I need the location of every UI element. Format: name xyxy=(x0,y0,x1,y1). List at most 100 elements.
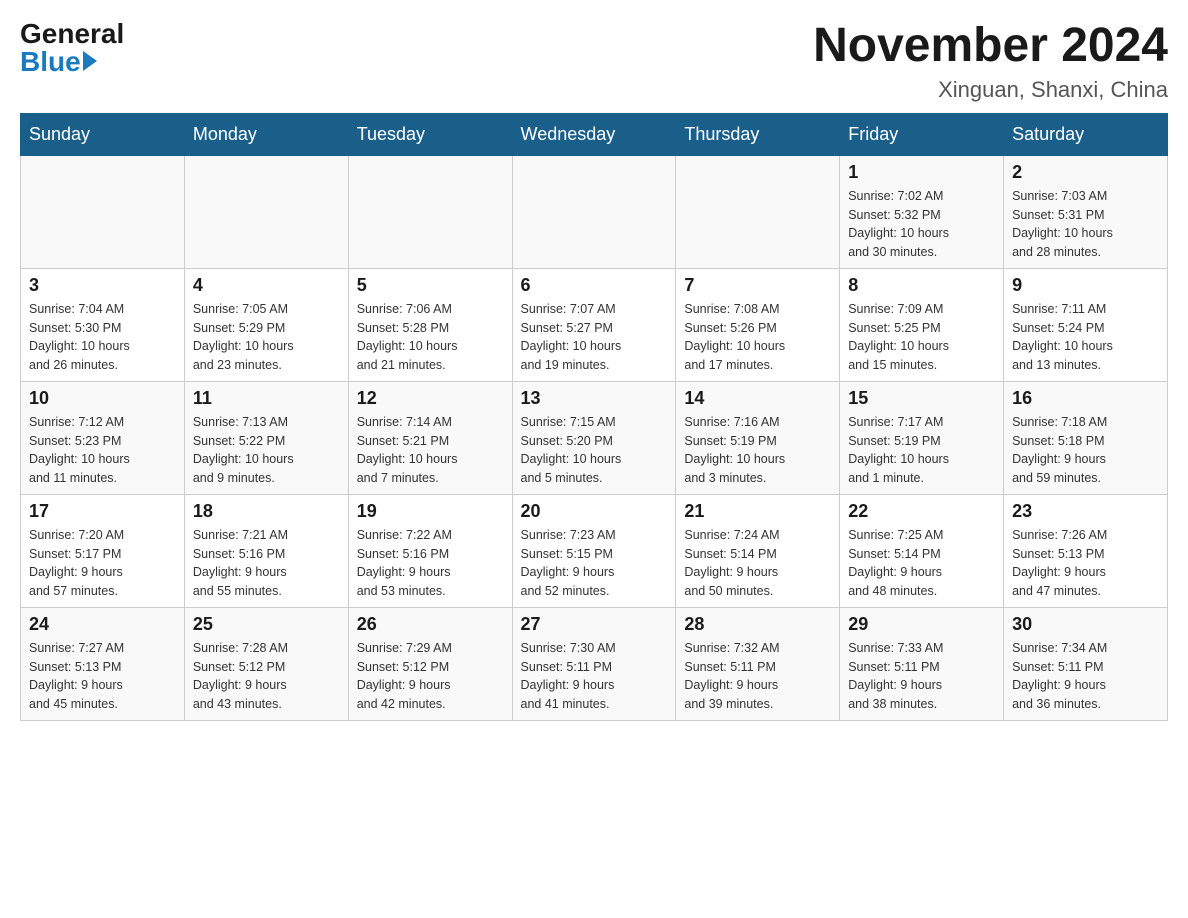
day-number: 10 xyxy=(29,388,176,409)
day-info: Sunrise: 7:30 AMSunset: 5:11 PMDaylight:… xyxy=(521,639,668,714)
day-info: Sunrise: 7:27 AMSunset: 5:13 PMDaylight:… xyxy=(29,639,176,714)
weekday-header-friday: Friday xyxy=(840,113,1004,155)
calendar-cell: 1 Sunrise: 7:02 AMSunset: 5:32 PMDaylight… xyxy=(840,155,1004,268)
day-info: Sunrise: 7:34 AMSunset: 5:11 PMDaylight:… xyxy=(1012,639,1159,714)
day-number: 22 xyxy=(848,501,995,522)
day-info: Sunrise: 7:08 AMSunset: 5:26 PMDaylight:… xyxy=(684,300,831,375)
calendar-cell: 14 Sunrise: 7:16 AMSunset: 5:19 PMDayligh… xyxy=(676,381,840,494)
calendar-cell: 23 Sunrise: 7:26 AMSunset: 5:13 PMDayligh… xyxy=(1004,494,1168,607)
day-info: Sunrise: 7:33 AMSunset: 5:11 PMDaylight:… xyxy=(848,639,995,714)
calendar-cell: 7 Sunrise: 7:08 AMSunset: 5:26 PMDaylight… xyxy=(676,268,840,381)
day-info: Sunrise: 7:14 AMSunset: 5:21 PMDaylight:… xyxy=(357,413,504,488)
calendar-cell: 11 Sunrise: 7:13 AMSunset: 5:22 PMDayligh… xyxy=(184,381,348,494)
day-number: 18 xyxy=(193,501,340,522)
day-info: Sunrise: 7:07 AMSunset: 5:27 PMDaylight:… xyxy=(521,300,668,375)
day-number: 4 xyxy=(193,275,340,296)
day-number: 5 xyxy=(357,275,504,296)
calendar-table: SundayMondayTuesdayWednesdayThursdayFrid… xyxy=(20,113,1168,721)
day-info: Sunrise: 7:05 AMSunset: 5:29 PMDaylight:… xyxy=(193,300,340,375)
day-number: 9 xyxy=(1012,275,1159,296)
day-number: 11 xyxy=(193,388,340,409)
day-info: Sunrise: 7:02 AMSunset: 5:32 PMDaylight:… xyxy=(848,187,995,262)
day-info: Sunrise: 7:13 AMSunset: 5:22 PMDaylight:… xyxy=(193,413,340,488)
day-info: Sunrise: 7:26 AMSunset: 5:13 PMDaylight:… xyxy=(1012,526,1159,601)
day-number: 29 xyxy=(848,614,995,635)
day-number: 7 xyxy=(684,275,831,296)
day-info: Sunrise: 7:15 AMSunset: 5:20 PMDaylight:… xyxy=(521,413,668,488)
weekday-header-row: SundayMondayTuesdayWednesdayThursdayFrid… xyxy=(21,113,1168,155)
day-info: Sunrise: 7:28 AMSunset: 5:12 PMDaylight:… xyxy=(193,639,340,714)
calendar-cell: 20Sunrise: 7:23 AMSunset: 5:15 PMDayligh… xyxy=(512,494,676,607)
day-number: 27 xyxy=(521,614,668,635)
day-number: 30 xyxy=(1012,614,1159,635)
day-number: 2 xyxy=(1012,162,1159,183)
calendar-cell: 12 Sunrise: 7:14 AMSunset: 5:21 PMDayligh… xyxy=(348,381,512,494)
day-number: 23 xyxy=(1012,501,1159,522)
day-number: 1 xyxy=(848,162,995,183)
day-info: Sunrise: 7:11 AMSunset: 5:24 PMDaylight:… xyxy=(1012,300,1159,375)
day-number: 13 xyxy=(521,388,668,409)
day-info: Sunrise: 7:18 AMSunset: 5:18 PMDaylight:… xyxy=(1012,413,1159,488)
weekday-header-sunday: Sunday xyxy=(21,113,185,155)
calendar-cell xyxy=(676,155,840,268)
calendar-cell: 27 Sunrise: 7:30 AMSunset: 5:11 PMDayligh… xyxy=(512,607,676,720)
day-number: 19 xyxy=(357,501,504,522)
calendar-week-row: 17 Sunrise: 7:20 AMSunset: 5:17 PMDayligh… xyxy=(21,494,1168,607)
day-number: 6 xyxy=(521,275,668,296)
logo-blue-text: Blue xyxy=(20,48,97,76)
calendar-cell: 22 Sunrise: 7:25 AMSunset: 5:14 PMDayligh… xyxy=(840,494,1004,607)
day-info: Sunrise: 7:22 AMSunset: 5:16 PMDaylight:… xyxy=(357,526,504,601)
day-number: 26 xyxy=(357,614,504,635)
day-info: Sunrise: 7:29 AMSunset: 5:12 PMDaylight:… xyxy=(357,639,504,714)
day-number: 28 xyxy=(684,614,831,635)
weekday-header-thursday: Thursday xyxy=(676,113,840,155)
calendar-week-row: 3 Sunrise: 7:04 AMSunset: 5:30 PMDaylight… xyxy=(21,268,1168,381)
calendar-cell: 17 Sunrise: 7:20 AMSunset: 5:17 PMDayligh… xyxy=(21,494,185,607)
calendar-cell: 26 Sunrise: 7:29 AMSunset: 5:12 PMDayligh… xyxy=(348,607,512,720)
day-info: Sunrise: 7:21 AMSunset: 5:16 PMDaylight:… xyxy=(193,526,340,601)
calendar-cell xyxy=(348,155,512,268)
day-info: Sunrise: 7:32 AMSunset: 5:11 PMDaylight:… xyxy=(684,639,831,714)
calendar-cell xyxy=(184,155,348,268)
calendar-cell: 13 Sunrise: 7:15 AMSunset: 5:20 PMDayligh… xyxy=(512,381,676,494)
weekday-header-monday: Monday xyxy=(184,113,348,155)
calendar-cell xyxy=(512,155,676,268)
weekday-header-tuesday: Tuesday xyxy=(348,113,512,155)
day-number: 3 xyxy=(29,275,176,296)
logo: General Blue xyxy=(20,20,124,76)
month-title: November 2024 xyxy=(813,20,1168,73)
day-number: 17 xyxy=(29,501,176,522)
weekday-header-saturday: Saturday xyxy=(1004,113,1168,155)
day-info: Sunrise: 7:04 AMSunset: 5:30 PMDaylight:… xyxy=(29,300,176,375)
logo-triangle-icon xyxy=(83,51,97,71)
day-info: Sunrise: 7:24 AMSunset: 5:14 PMDaylight:… xyxy=(684,526,831,601)
day-info: Sunrise: 7:03 AMSunset: 5:31 PMDaylight:… xyxy=(1012,187,1159,262)
day-number: 25 xyxy=(193,614,340,635)
day-number: 8 xyxy=(848,275,995,296)
calendar-cell: 2 Sunrise: 7:03 AMSunset: 5:31 PMDaylight… xyxy=(1004,155,1168,268)
calendar-cell: 30 Sunrise: 7:34 AMSunset: 5:11 PMDayligh… xyxy=(1004,607,1168,720)
day-number: 15 xyxy=(848,388,995,409)
day-number: 24 xyxy=(29,614,176,635)
calendar-week-row: 24 Sunrise: 7:27 AMSunset: 5:13 PMDayligh… xyxy=(21,607,1168,720)
day-number: 14 xyxy=(684,388,831,409)
calendar-cell: 4 Sunrise: 7:05 AMSunset: 5:29 PMDaylight… xyxy=(184,268,348,381)
calendar-cell: 15Sunrise: 7:17 AMSunset: 5:19 PMDayligh… xyxy=(840,381,1004,494)
calendar-cell: 8 Sunrise: 7:09 AMSunset: 5:25 PMDaylight… xyxy=(840,268,1004,381)
day-info: Sunrise: 7:06 AMSunset: 5:28 PMDaylight:… xyxy=(357,300,504,375)
day-number: 21 xyxy=(684,501,831,522)
calendar-cell: 21 Sunrise: 7:24 AMSunset: 5:14 PMDayligh… xyxy=(676,494,840,607)
day-number: 12 xyxy=(357,388,504,409)
calendar-cell: 25 Sunrise: 7:28 AMSunset: 5:12 PMDayligh… xyxy=(184,607,348,720)
day-info: Sunrise: 7:25 AMSunset: 5:14 PMDaylight:… xyxy=(848,526,995,601)
day-info: Sunrise: 7:09 AMSunset: 5:25 PMDaylight:… xyxy=(848,300,995,375)
calendar-cell: 16Sunrise: 7:18 AMSunset: 5:18 PMDayligh… xyxy=(1004,381,1168,494)
day-info: Sunrise: 7:16 AMSunset: 5:19 PMDaylight:… xyxy=(684,413,831,488)
location-subtitle: Xinguan, Shanxi, China xyxy=(813,77,1168,103)
logo-general-text: General xyxy=(20,20,124,48)
day-info: Sunrise: 7:12 AMSunset: 5:23 PMDaylight:… xyxy=(29,413,176,488)
day-info: Sunrise: 7:20 AMSunset: 5:17 PMDaylight:… xyxy=(29,526,176,601)
day-number: 20 xyxy=(521,501,668,522)
calendar-cell xyxy=(21,155,185,268)
calendar-cell: 10 Sunrise: 7:12 AMSunset: 5:23 PMDayligh… xyxy=(21,381,185,494)
